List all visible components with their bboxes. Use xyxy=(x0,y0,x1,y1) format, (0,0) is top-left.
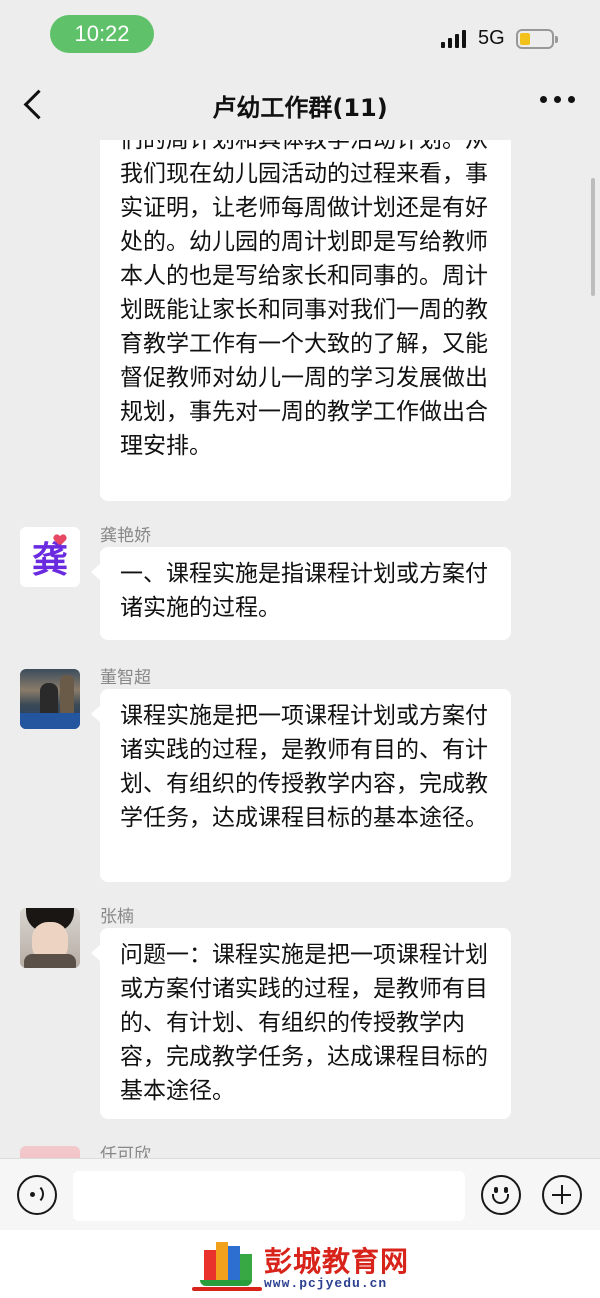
chat-title: 卢幼工作群(11) xyxy=(212,94,388,122)
message-bubble[interactable]: 问题一：课程实施是把一项课程计划或方案付诸实践的过程，是教师有目的、有计划、有组… xyxy=(91,928,511,1119)
battery-icon xyxy=(516,29,558,49)
voice-icon[interactable] xyxy=(17,1175,57,1215)
message-bubble[interactable]: 一、课程实施是指课程计划或方案付诸实施的过程。 xyxy=(91,547,511,640)
status-bar: 10:22 5G xyxy=(0,0,600,70)
chat-area[interactable]: 们的周计划和具体教学活动计划。从我们现在幼儿园活动的过程来看，事实证明，让老师每… xyxy=(0,140,600,1158)
avatar[interactable] xyxy=(20,669,80,729)
message-bubble[interactable]: 们的周计划和具体教学活动计划。从我们现在幼儿园活动的过程来看，事实证明，让老师每… xyxy=(100,140,511,501)
avatar[interactable] xyxy=(20,908,80,968)
emoji-icon[interactable] xyxy=(481,1175,521,1215)
message-bubble[interactable]: 课程实施是把一项课程计划或方案付诸实践的过程，是教师有目的、有计划、有组织的传授… xyxy=(91,689,511,882)
message-input[interactable] xyxy=(73,1171,465,1221)
avatar[interactable] xyxy=(20,1146,80,1158)
network-type: 5G xyxy=(478,27,505,49)
heart-icon xyxy=(54,535,66,545)
book-logo-icon xyxy=(196,1238,256,1290)
logo-underline xyxy=(192,1287,262,1291)
plus-icon[interactable] xyxy=(542,1175,582,1215)
sender-name: 张楠 xyxy=(100,907,134,927)
watermark-name: 彭城教育网 xyxy=(264,1245,410,1278)
input-bar xyxy=(0,1158,600,1230)
nav-bar: 卢幼工作群(11) xyxy=(0,70,600,140)
ellipsis-icon[interactable] xyxy=(540,96,575,103)
sender-name: 龚艳娇 xyxy=(100,526,151,546)
sender-name: 董智超 xyxy=(100,668,151,688)
signal-icon xyxy=(441,28,466,48)
watermark: 彭城教育网 www.pcjyedu.cn xyxy=(0,1230,600,1298)
sender-name: 任可欣 xyxy=(100,1145,151,1158)
scrollbar[interactable] xyxy=(591,178,595,296)
watermark-url: www.pcjyedu.cn xyxy=(264,1276,388,1291)
status-time: 10:22 xyxy=(50,15,154,53)
avatar[interactable]: 龚 xyxy=(20,527,80,587)
